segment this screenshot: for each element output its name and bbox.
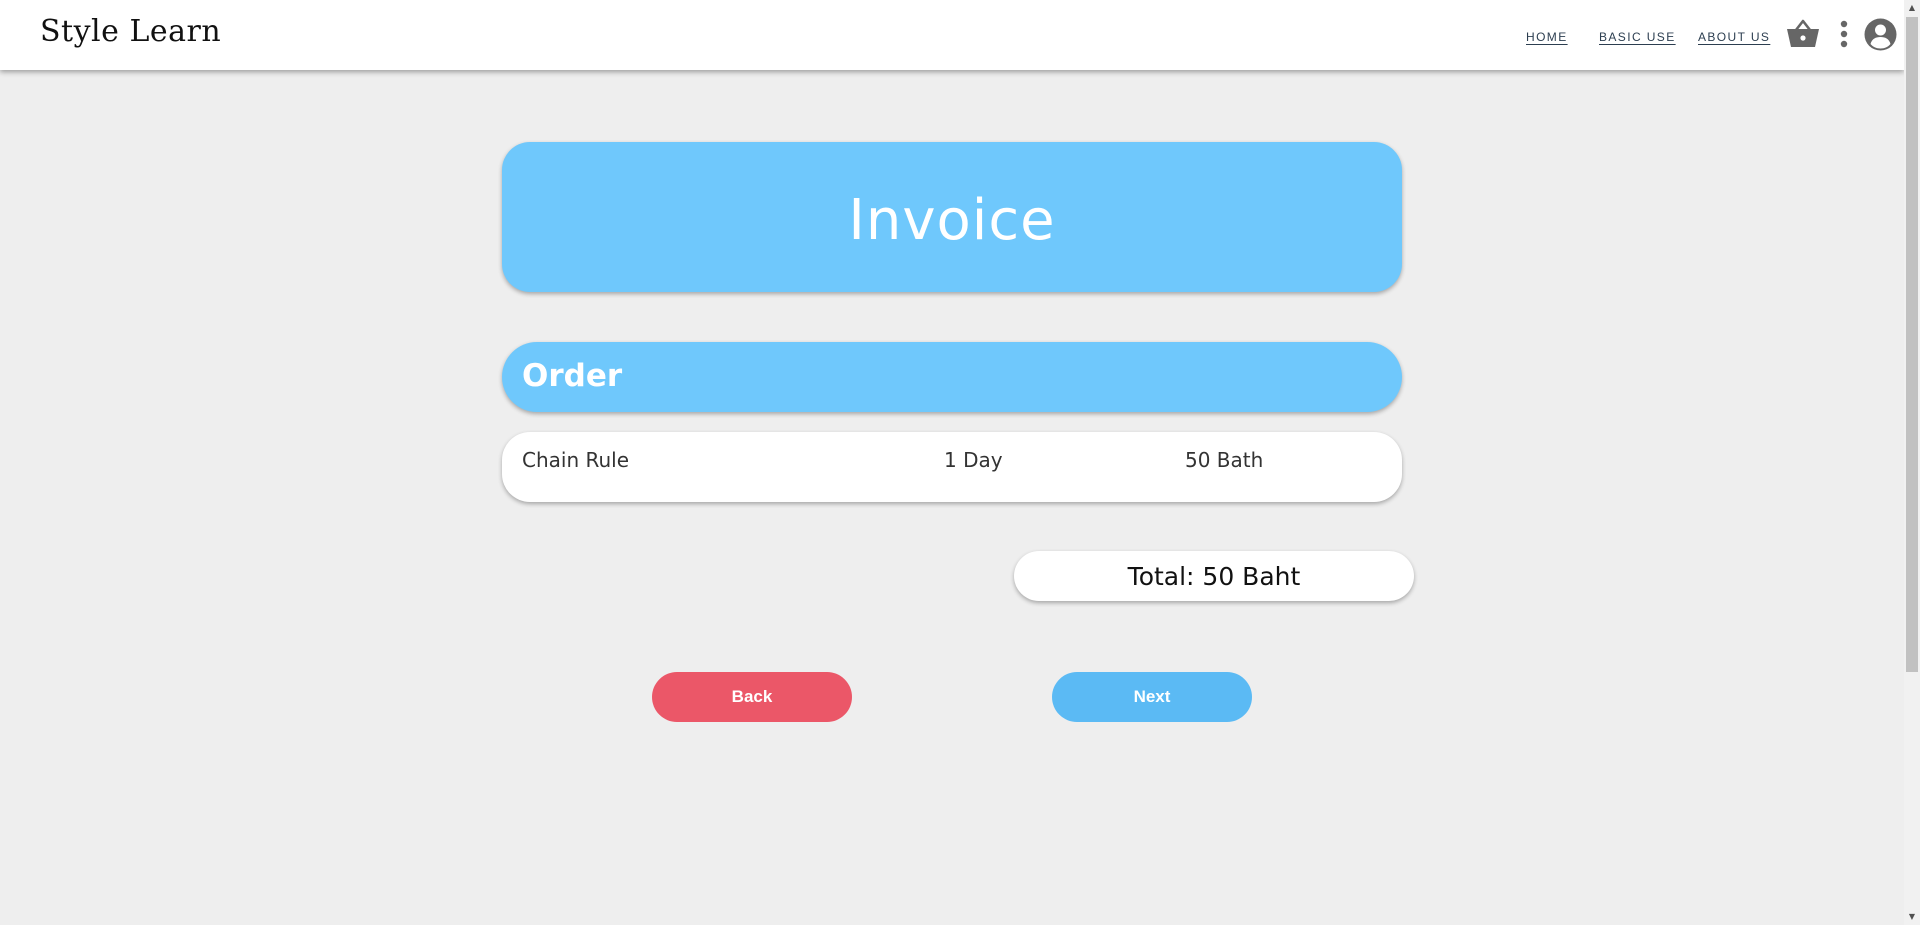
back-button[interactable]: Back [652,672,852,722]
next-button[interactable]: Next [1052,672,1252,722]
item-duration: 1 Day [944,448,1003,472]
nav-about-us-link[interactable]: ABOUT US [1698,30,1770,44]
invoice-header-card: Invoice [502,142,1402,292]
basket-icon[interactable] [1786,18,1820,48]
scrollbar-thumb[interactable] [1906,17,1918,672]
nav-home-link[interactable]: HOME [1526,30,1568,44]
order-item-row: Chain Rule 1 Day 50 Bath [502,432,1402,502]
site-header: Style Learn HOME BASIC USE ABOUT US [0,0,1904,70]
more-vert-icon[interactable] [1840,20,1848,48]
total-box: Total: 50 Baht [1014,551,1414,601]
nav-basic-use-link[interactable]: BASIC USE [1599,30,1676,44]
order-heading-card: Order [502,342,1402,412]
page-scrollbar[interactable]: ▲ ▼ [1904,0,1920,925]
scroll-up-arrow-icon[interactable]: ▲ [1904,0,1920,16]
invoice-title: Invoice [848,187,1056,253]
item-name: Chain Rule [522,448,630,472]
total-amount: Total: 50 Baht [1127,561,1301,591]
item-price: 50 Bath [1185,448,1264,472]
account-circle-icon[interactable] [1864,18,1897,51]
order-heading: Order [522,358,623,394]
scroll-down-arrow-icon[interactable]: ▼ [1904,909,1920,925]
site-logo[interactable]: Style Learn [40,14,221,49]
